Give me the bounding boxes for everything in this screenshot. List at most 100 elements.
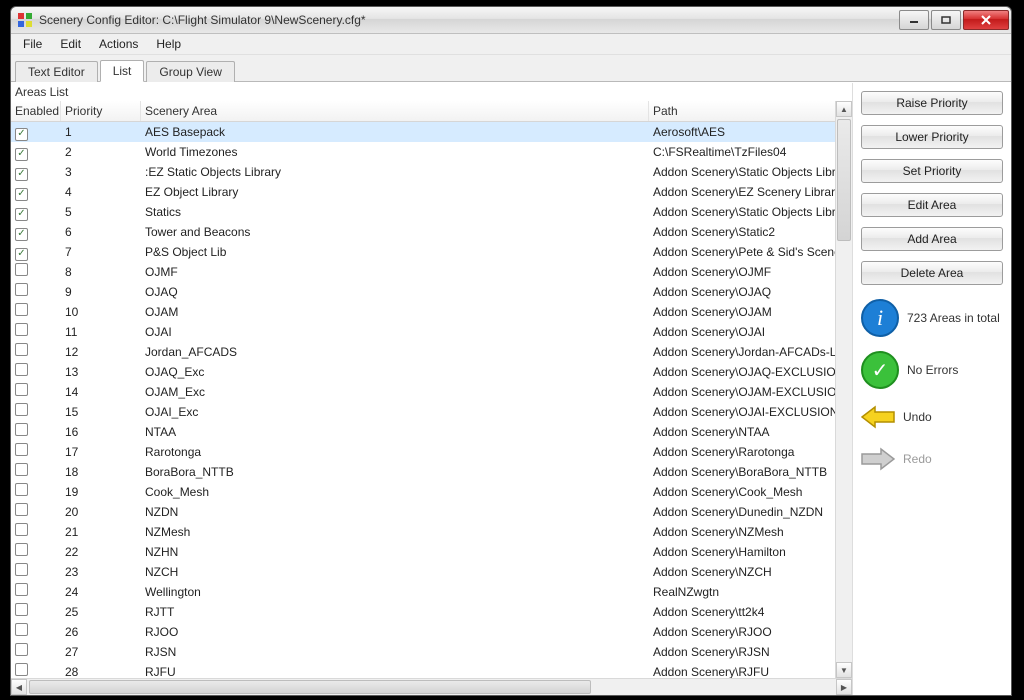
- col-scenery-area[interactable]: Scenery Area: [141, 101, 649, 121]
- scroll-thumb[interactable]: [837, 119, 851, 241]
- maximize-button[interactable]: [931, 10, 961, 30]
- titlebar[interactable]: Scenery Config Editor: C:\Flight Simulat…: [11, 7, 1011, 34]
- scenery-area-cell: OJAM: [141, 302, 649, 322]
- table-row[interactable]: 21NZMeshAddon Scenery\NZMesh: [11, 522, 852, 542]
- enabled-checkbox[interactable]: [15, 663, 28, 676]
- tab-group-view[interactable]: Group View: [146, 61, 234, 82]
- edit-area-button[interactable]: Edit Area: [861, 193, 1003, 217]
- scroll-down-icon[interactable]: ▼: [836, 662, 852, 678]
- enabled-checkbox[interactable]: ✓: [15, 148, 28, 161]
- enabled-checkbox[interactable]: [15, 463, 28, 476]
- scenery-area-cell: OJAQ_Exc: [141, 362, 649, 382]
- col-enabled[interactable]: Enabled: [11, 101, 61, 121]
- enabled-checkbox[interactable]: [15, 403, 28, 416]
- table-row[interactable]: 8OJMFAddon Scenery\OJMF: [11, 262, 852, 282]
- enabled-checkbox[interactable]: ✓: [15, 188, 28, 201]
- col-priority[interactable]: Priority: [61, 101, 141, 121]
- priority-cell: 15: [61, 402, 141, 422]
- minimize-button[interactable]: [899, 10, 929, 30]
- priority-cell: 6: [61, 222, 141, 242]
- areas-grid: Enabled Priority Scenery Area Path ✓1AES…: [11, 101, 852, 678]
- lower-priority-button[interactable]: Lower Priority: [861, 125, 1003, 149]
- enabled-checkbox[interactable]: [15, 483, 28, 496]
- menu-file[interactable]: File: [15, 35, 52, 53]
- delete-area-button[interactable]: Delete Area: [861, 261, 1003, 285]
- enabled-checkbox[interactable]: [15, 443, 28, 456]
- table-row[interactable]: 19Cook_MeshAddon Scenery\Cook_Mesh: [11, 482, 852, 502]
- tab-list[interactable]: List: [100, 60, 145, 82]
- table-row[interactable]: ✓2World TimezonesC:\FSRealtime\TzFiles04: [11, 142, 852, 162]
- table-row[interactable]: 14OJAM_ExcAddon Scenery\OJAM-EXCLUSION: [11, 382, 852, 402]
- enabled-checkbox[interactable]: ✓: [15, 228, 28, 241]
- set-priority-button[interactable]: Set Priority: [861, 159, 1003, 183]
- table-row[interactable]: 10OJAMAddon Scenery\OJAM: [11, 302, 852, 322]
- table-row[interactable]: 13OJAQ_ExcAddon Scenery\OJAQ-EXCLUSION: [11, 362, 852, 382]
- enabled-checkbox[interactable]: [15, 503, 28, 516]
- path-cell: Addon Scenery\Rarotonga: [649, 442, 852, 462]
- enabled-checkbox[interactable]: [15, 603, 28, 616]
- col-path[interactable]: Path: [649, 101, 852, 121]
- enabled-checkbox[interactable]: ✓: [15, 248, 28, 261]
- path-cell: Addon Scenery\NZMesh: [649, 522, 852, 542]
- priority-cell: 22: [61, 542, 141, 562]
- undo-row[interactable]: Undo: [861, 403, 1003, 431]
- add-area-button[interactable]: Add Area: [861, 227, 1003, 251]
- table-row[interactable]: 12Jordan_AFCADSAddon Scenery\Jordan-AFCA…: [11, 342, 852, 362]
- scroll-up-icon[interactable]: ▲: [836, 101, 852, 117]
- table-row[interactable]: 20NZDNAddon Scenery\Dunedin_NZDN: [11, 502, 852, 522]
- enabled-checkbox[interactable]: [15, 643, 28, 656]
- menu-actions[interactable]: Actions: [91, 35, 148, 53]
- scroll-right-icon[interactable]: ▶: [836, 679, 852, 695]
- enabled-checkbox[interactable]: [15, 383, 28, 396]
- vertical-scrollbar[interactable]: ▲ ▼: [835, 101, 852, 678]
- close-button[interactable]: [963, 10, 1009, 30]
- table-row[interactable]: ✓5StaticsAddon Scenery\Static Objects Li…: [11, 202, 852, 222]
- table-row[interactable]: 27RJSNAddon Scenery\RJSN: [11, 642, 852, 662]
- table-row[interactable]: 16NTAAAddon Scenery\NTAA: [11, 422, 852, 442]
- enabled-checkbox[interactable]: [15, 323, 28, 336]
- enabled-checkbox[interactable]: [15, 283, 28, 296]
- table-row[interactable]: 25RJTTAddon Scenery\tt2k4: [11, 602, 852, 622]
- enabled-checkbox[interactable]: [15, 623, 28, 636]
- scroll-left-icon[interactable]: ◀: [11, 679, 27, 695]
- path-cell: Addon Scenery\OJAQ-EXCLUSION: [649, 362, 852, 382]
- table-row[interactable]: 22NZHNAddon Scenery\Hamilton: [11, 542, 852, 562]
- menu-help[interactable]: Help: [148, 35, 191, 53]
- enabled-checkbox[interactable]: [15, 583, 28, 596]
- table-row[interactable]: 26RJOOAddon Scenery\RJOO: [11, 622, 852, 642]
- enabled-checkbox[interactable]: ✓: [15, 168, 28, 181]
- table-row[interactable]: ✓4EZ Object LibraryAddon Scenery\EZ Scen…: [11, 182, 852, 202]
- table-row[interactable]: ✓3:EZ Static Objects LibraryAddon Scener…: [11, 162, 852, 182]
- scenery-area-cell: P&S Object Lib: [141, 242, 649, 262]
- table-row[interactable]: 11OJAIAddon Scenery\OJAI: [11, 322, 852, 342]
- enabled-checkbox[interactable]: [15, 263, 28, 276]
- tab-text-editor[interactable]: Text Editor: [15, 61, 98, 82]
- enabled-checkbox[interactable]: [15, 343, 28, 356]
- menu-edit[interactable]: Edit: [52, 35, 91, 53]
- priority-cell: 10: [61, 302, 141, 322]
- enabled-checkbox[interactable]: [15, 363, 28, 376]
- table-row[interactable]: 9OJAQAddon Scenery\OJAQ: [11, 282, 852, 302]
- enabled-checkbox[interactable]: ✓: [15, 128, 28, 141]
- table-row[interactable]: 24WellingtonRealNZwgtn: [11, 582, 852, 602]
- enabled-checkbox[interactable]: [15, 303, 28, 316]
- table-row[interactable]: 17RarotongaAddon Scenery\Rarotonga: [11, 442, 852, 462]
- table-row[interactable]: ✓7P&S Object LibAddon Scenery\Pete & Sid…: [11, 242, 852, 262]
- enabled-checkbox[interactable]: [15, 423, 28, 436]
- hscroll-thumb[interactable]: [29, 680, 591, 694]
- enabled-checkbox[interactable]: [15, 523, 28, 536]
- priority-cell: 20: [61, 502, 141, 522]
- table-row[interactable]: 23NZCHAddon Scenery\NZCH: [11, 562, 852, 582]
- priority-cell: 16: [61, 422, 141, 442]
- enabled-checkbox[interactable]: [15, 563, 28, 576]
- raise-priority-button[interactable]: Raise Priority: [861, 91, 1003, 115]
- enabled-checkbox[interactable]: [15, 543, 28, 556]
- horizontal-scrollbar[interactable]: ◀ ▶: [11, 678, 852, 695]
- table-row[interactable]: 28RJFUAddon Scenery\RJFU: [11, 662, 852, 678]
- table-row[interactable]: 18BoraBora_NTTBAddon Scenery\BoraBora_NT…: [11, 462, 852, 482]
- enabled-checkbox[interactable]: ✓: [15, 208, 28, 221]
- table-row[interactable]: ✓6Tower and BeaconsAddon Scenery\Static2: [11, 222, 852, 242]
- table-row[interactable]: ✓1AES BasepackAerosoft\AES: [11, 122, 852, 142]
- scenery-area-cell: :EZ Static Objects Library: [141, 162, 649, 182]
- table-row[interactable]: 15OJAI_ExcAddon Scenery\OJAI-EXCLUSION: [11, 402, 852, 422]
